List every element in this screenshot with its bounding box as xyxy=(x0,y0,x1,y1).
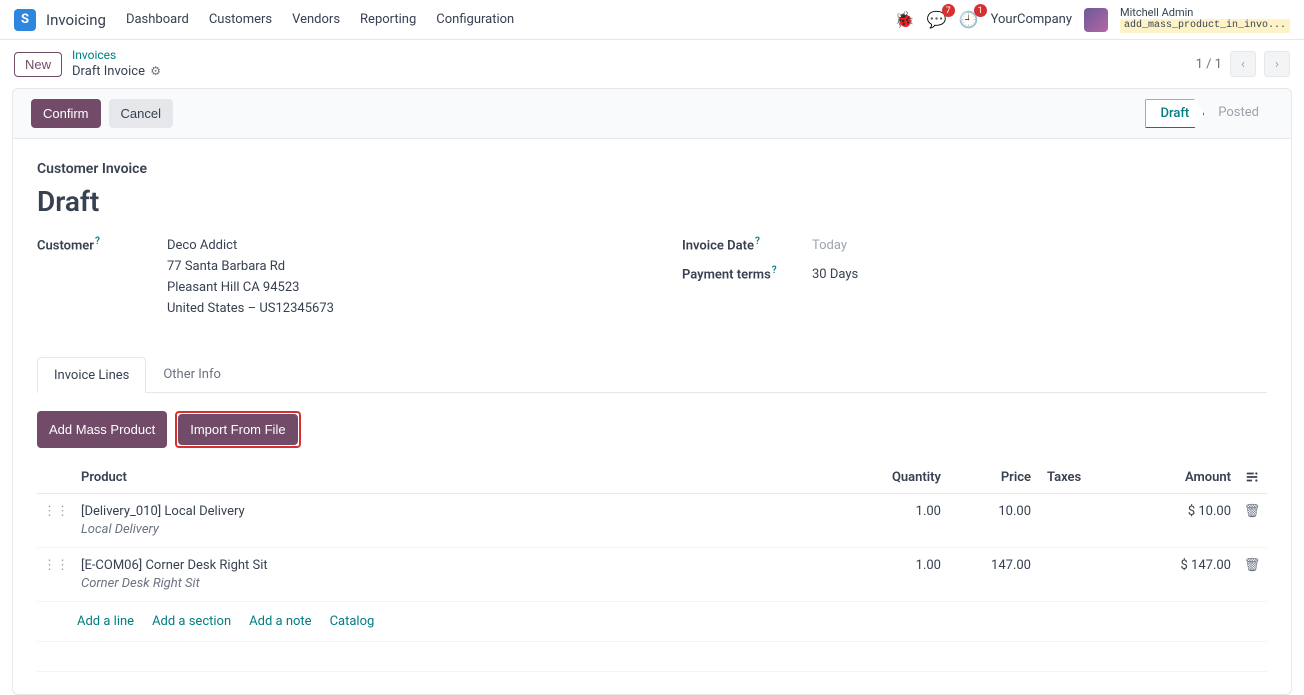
nav-vendors[interactable]: Vendors xyxy=(292,12,340,27)
pager-text: 1 / 1 xyxy=(1196,57,1222,72)
user-block[interactable]: Mitchell Admin add_mass_product_in_invo.… xyxy=(1120,6,1290,33)
add-line-link[interactable]: Add a line xyxy=(77,614,134,629)
tab-other-info[interactable]: Other Info xyxy=(146,356,238,392)
gear-icon[interactable]: ⚙ xyxy=(150,64,161,78)
new-button[interactable]: New xyxy=(14,52,62,77)
tab-invoice-lines[interactable]: Invoice Lines xyxy=(37,357,146,393)
add-section-link[interactable]: Add a section xyxy=(152,614,231,629)
sub-bar: New Invoices Draft Invoice ⚙ 1 / 1 ‹ › xyxy=(0,40,1304,88)
customer-value[interactable]: Deco Addict 77 Santa Barbara Rd Pleasant… xyxy=(167,236,334,319)
breadcrumb-parent[interactable]: Invoices xyxy=(72,48,161,64)
pager: 1 / 1 ‹ › xyxy=(1196,51,1290,77)
help-icon[interactable]: ? xyxy=(755,236,760,247)
activity-icon[interactable]: 🕘1 xyxy=(959,10,979,29)
invoice-date-value[interactable]: Today xyxy=(812,236,847,257)
bug-icon[interactable]: 🐞 xyxy=(895,10,915,29)
pager-prev[interactable]: ‹ xyxy=(1230,51,1256,77)
cell-amount[interactable]: $ 10.00 xyxy=(1127,493,1237,547)
table-row[interactable]: ⋮⋮[E-COM06] Corner Desk Right SitCorner … xyxy=(37,547,1267,601)
catalog-link[interactable]: Catalog xyxy=(330,614,375,629)
col-amount: Amount xyxy=(1127,462,1237,494)
table-footer: Add a line Add a section Add a note Cata… xyxy=(37,602,1267,642)
terms-value[interactable]: 30 Days xyxy=(812,265,858,286)
add-note-link[interactable]: Add a note xyxy=(249,614,311,629)
nav-reporting[interactable]: Reporting xyxy=(360,12,416,27)
cancel-button[interactable]: Cancel xyxy=(109,99,173,128)
page-title: Draft xyxy=(37,185,1267,218)
nav-right: 🐞 💬7 🕘1 YourCompany Mitchell Admin add_m… xyxy=(895,6,1290,33)
lines-table: Product Quantity Price Taxes Amount ⋮⋮[D… xyxy=(37,462,1267,602)
cell-product[interactable]: [Delivery_010] Local DeliveryLocal Deliv… xyxy=(75,493,837,547)
breadcrumb-current: Draft Invoice ⚙ xyxy=(72,64,161,81)
invoice-date-label: Invoice Date? xyxy=(682,236,812,253)
drag-handle-icon[interactable]: ⋮⋮ xyxy=(37,493,75,547)
drag-handle-icon[interactable]: ⋮⋮ xyxy=(37,547,75,601)
cell-qty[interactable]: 1.00 xyxy=(837,547,947,601)
cell-price[interactable]: 147.00 xyxy=(947,547,1037,601)
confirm-button[interactable]: Confirm xyxy=(31,99,101,128)
add-mass-product-button[interactable]: Add Mass Product xyxy=(37,411,167,448)
top-nav: S Invoicing Dashboard Customers Vendors … xyxy=(0,0,1304,40)
status-draft[interactable]: Draft xyxy=(1145,99,1204,128)
chat-icon[interactable]: 💬7 xyxy=(927,10,947,29)
app-icon[interactable]: S xyxy=(14,9,36,31)
nav-customers[interactable]: Customers xyxy=(209,12,272,27)
col-taxes: Taxes xyxy=(1037,462,1127,494)
user-name: Mitchell Admin xyxy=(1120,6,1290,19)
cell-qty[interactable]: 1.00 xyxy=(837,493,947,547)
import-from-file-button[interactable]: Import From File xyxy=(178,414,297,445)
cell-taxes[interactable] xyxy=(1037,547,1127,601)
breadcrumb: Invoices Draft Invoice ⚙ xyxy=(72,48,161,80)
col-qty: Quantity xyxy=(837,462,947,494)
action-bar: Confirm Cancel Draft Posted xyxy=(12,88,1292,139)
cell-amount[interactable]: $ 147.00 xyxy=(1127,547,1237,601)
section-label: Customer Invoice xyxy=(37,161,1267,177)
highlight-annotation: Import From File xyxy=(175,411,300,448)
app-title: Invoicing xyxy=(46,11,106,29)
delete-row-icon[interactable]: 🗑 xyxy=(1237,547,1267,601)
customer-label: Customer? xyxy=(37,236,167,253)
pager-next[interactable]: › xyxy=(1264,51,1290,77)
terms-label: Payment terms? xyxy=(682,265,812,282)
line-buttons: Add Mass Product Import From File xyxy=(37,411,1267,448)
cell-taxes[interactable] xyxy=(1037,493,1127,547)
nav-configuration[interactable]: Configuration xyxy=(436,12,514,27)
user-tag: add_mass_product_in_invo... xyxy=(1120,19,1290,33)
cell-product[interactable]: [E-COM06] Corner Desk Right SitCorner De… xyxy=(75,547,837,601)
form-body: Customer Invoice Draft Customer? Deco Ad… xyxy=(12,139,1292,694)
chat-badge: 7 xyxy=(942,4,955,17)
table-row[interactable]: ⋮⋮[Delivery_010] Local DeliveryLocal Del… xyxy=(37,493,1267,547)
delete-row-icon[interactable]: 🗑 xyxy=(1237,493,1267,547)
col-price: Price xyxy=(947,462,1037,494)
help-icon[interactable]: ? xyxy=(772,265,777,276)
activity-badge: 1 xyxy=(974,4,987,17)
help-icon[interactable]: ? xyxy=(95,236,100,247)
nav-links: Dashboard Customers Vendors Reporting Co… xyxy=(126,12,895,27)
col-product: Product xyxy=(75,462,837,494)
cell-price[interactable]: 10.00 xyxy=(947,493,1037,547)
status-posted[interactable]: Posted xyxy=(1204,99,1273,128)
status-bar: Draft Posted xyxy=(1145,99,1273,128)
company-name[interactable]: YourCompany xyxy=(991,12,1072,27)
tabs: Invoice Lines Other Info xyxy=(37,356,1267,393)
nav-dashboard[interactable]: Dashboard xyxy=(126,12,189,27)
col-settings-icon[interactable] xyxy=(1237,462,1267,494)
avatar[interactable] xyxy=(1084,8,1108,32)
